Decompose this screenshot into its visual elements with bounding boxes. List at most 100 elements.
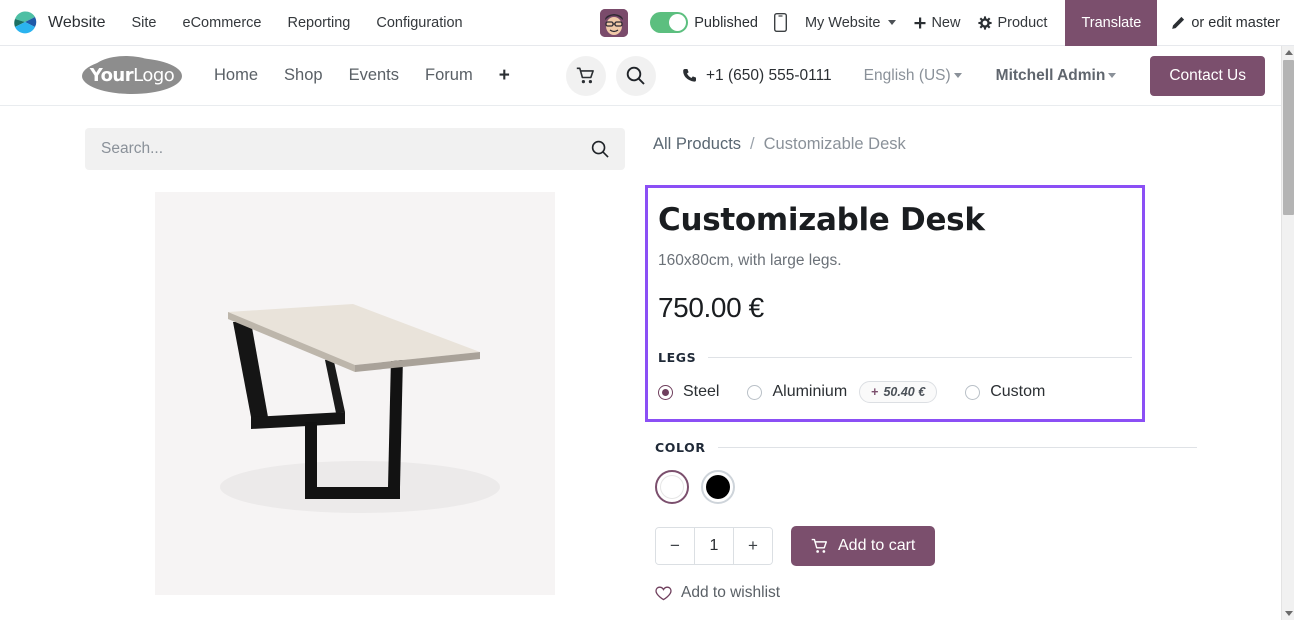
site-navigation: Home Shop Events Forum + [214,65,510,87]
scroll-up-arrow[interactable] [1282,46,1294,59]
site-logo-text: YourLogo [90,65,175,86]
sysmenu-item-reporting[interactable]: Reporting [287,15,350,31]
page-scrollbar[interactable] [1281,46,1294,620]
attribute-color-section: COLOR [645,440,1197,504]
website-header-right: +1 (650) 555-0111 English (US) Mitchell … [556,55,1265,96]
nav-item-shop[interactable]: Shop [284,66,323,85]
heart-icon [655,586,672,600]
nav-item-events[interactable]: Events [349,66,399,85]
avatar[interactable] [600,8,629,37]
website-app-icon[interactable] [12,10,38,36]
website-selector[interactable]: My Website [804,14,897,31]
odoo-system-bar: Website Site eCommerce Reporting Configu… [0,0,1294,46]
option-legs-steel[interactable]: Steel [658,383,719,401]
sysmenu-item-site[interactable]: Site [132,15,157,31]
quantity-increase-button[interactable]: + [734,528,772,564]
breadcrumb-separator: / [750,135,755,153]
user-menu[interactable]: Mitchell Admin [996,67,1117,85]
attribute-legs-options: Steel Aluminium + 50.40 € Custom [658,381,1132,403]
option-legs-aluminium[interactable]: Aluminium + 50.40 € [747,381,938,403]
nav-item-forum[interactable]: Forum [425,66,473,85]
divider [717,447,1197,448]
scrollbar-thumb[interactable] [1283,60,1294,215]
search-input[interactable] [85,140,575,158]
check-icon: ✓ [672,14,683,29]
add-to-cart-button[interactable]: Add to cart [791,526,936,566]
phone-link[interactable]: +1 (650) 555-0111 [682,67,832,85]
attribute-legs-header: LEGS [658,350,1132,365]
website-selector-label: My Website [804,14,881,31]
extra-price-value: 50.40 € [883,385,926,399]
cart-icon [577,67,595,84]
divider [708,357,1132,358]
mobile-preview-icon[interactable] [773,13,787,32]
sysmenu-item-configuration[interactable]: Configuration [376,15,462,31]
swatch-fill [660,475,684,499]
quantity-stepper[interactable]: − + [655,527,773,565]
translate-label: Translate [1081,14,1142,31]
product-price: 750.00 € [658,292,764,323]
cart-button[interactable] [565,55,606,96]
attribute-legs-label: LEGS [658,350,697,365]
attribute-color-header: COLOR [655,440,1197,455]
user-name: Mitchell Admin [995,66,1106,84]
site-logo[interactable]: YourLogo [82,55,182,94]
color-swatch-white[interactable] [655,470,689,504]
radio-steel[interactable] [658,384,673,400]
plus-icon [914,17,926,28]
option-label: Aluminium [772,383,848,400]
search-icon [627,66,646,85]
publish-label: Published [694,14,758,31]
search-toggle-button[interactable] [615,55,656,96]
phone-number: +1 (650) 555-0111 [705,66,832,84]
site-logo-light: Logo [133,65,175,86]
contact-us-button[interactable]: Contact Us [1150,55,1265,96]
product-description: 160x80cm, with large legs. [658,252,842,269]
quantity-decrease-button[interactable]: − [656,528,694,564]
sysmenu-item-ecommerce[interactable]: eCommerce [183,15,262,31]
swatch-fill [706,475,730,499]
translate-button[interactable]: Translate [1065,0,1158,46]
contact-us-label: Contact Us [1169,66,1246,84]
option-label: Custom [990,383,1046,400]
product-search-box[interactable] [85,128,625,170]
system-bar-right: ✓ Published My Website New Product Trans… [600,0,1294,46]
add-to-wishlist-label: Add to wishlist [681,584,781,601]
search-icon [591,140,609,158]
chevron-down-icon [1284,611,1293,616]
new-button[interactable]: New [914,15,960,31]
app-name[interactable]: Website [48,14,106,32]
chevron-up-icon [1284,50,1293,55]
language-label: English (US) [863,66,951,84]
edit-master-button[interactable]: or edit master [1157,15,1294,31]
color-swatch-black[interactable] [701,470,735,504]
chevron-down-icon [1108,73,1117,78]
scroll-down-arrow[interactable] [1282,607,1294,620]
product-edit-highlight-box: Customizable Desk 160x80cm, with large l… [645,185,1145,422]
option-legs-custom[interactable]: Custom [965,383,1045,401]
option-label: Steel [683,383,720,400]
breadcrumb: All Products / Customizable Desk [653,135,906,154]
add-to-cart-label: Add to cart [838,537,916,554]
publish-toggle[interactable]: ✓ Published [650,12,758,33]
radio-aluminium[interactable] [747,384,763,400]
new-label: New [931,14,961,31]
product-image[interactable] [155,192,555,595]
option-extra-price-badge: + 50.40 € [859,381,938,403]
plus-sign: + [871,385,879,399]
radio-custom[interactable] [965,384,981,400]
publish-switch[interactable]: ✓ [650,12,689,33]
nav-add-page-button[interactable]: + [499,65,510,87]
search-submit-button[interactable] [575,140,625,158]
chevron-down-icon [953,73,962,78]
site-logo-bold: Your [89,65,134,86]
breadcrumb-all-products[interactable]: All Products [653,135,741,154]
product-label: Product [997,14,1048,31]
page-content: All Products / Customizable Desk Customi… [0,107,1281,620]
product-menu-button[interactable]: Product [978,15,1047,31]
language-selector[interactable]: English (US) [864,67,962,85]
attribute-color-label: COLOR [655,440,706,455]
add-to-wishlist-button[interactable]: Add to wishlist [645,584,1205,602]
nav-item-home[interactable]: Home [214,66,258,85]
quantity-input[interactable] [694,528,734,564]
